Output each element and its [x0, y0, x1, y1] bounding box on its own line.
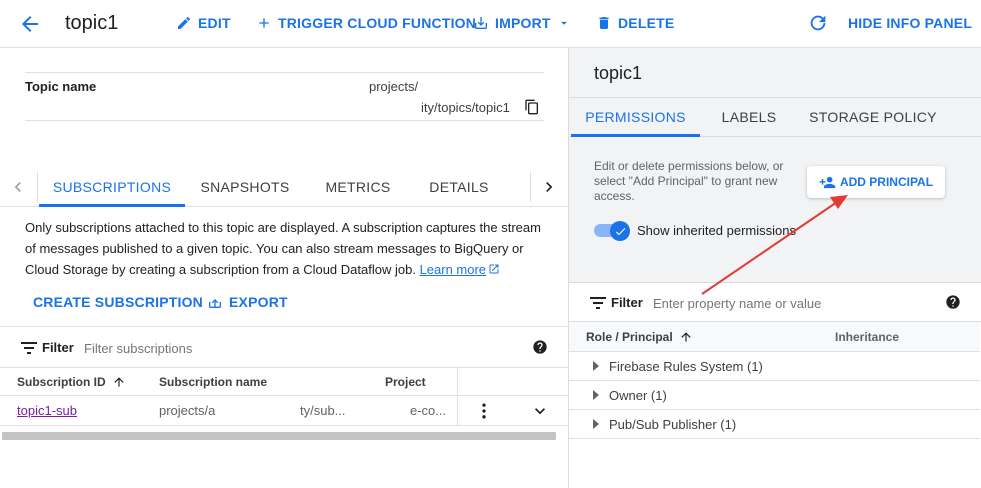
caret-down-icon — [560, 21, 567, 25]
roles-table-header: Role / Principal Inheritance — [569, 322, 980, 352]
tab-permissions[interactable]: PERMISSIONS — [571, 97, 700, 137]
info-panel: topic1 PERMISSIONS LABELS STORAGE POLICY… — [568, 48, 981, 488]
sort-up-icon — [681, 332, 691, 342]
add-principal-label: ADD PRINCIPAL — [839, 175, 934, 189]
delete-label: DELETE — [618, 15, 675, 31]
subscriptions-table-header: Subscription ID Subscription name Projec… — [0, 368, 568, 396]
create-subscription-button[interactable]: CREATE SUBSCRIPTION — [33, 294, 203, 310]
header-bar: topic1 EDIT TRIGGER CLOUD FUNCTION IMPOR… — [0, 0, 981, 48]
role-label: Pub/Sub Publisher (1) — [609, 416, 737, 432]
export-label: EXPORT — [229, 294, 288, 310]
topic-path-line1: projects/ — [369, 79, 419, 94]
filter-icon — [21, 341, 37, 355]
expand-row-icon[interactable] — [530, 401, 550, 421]
trigger-cloud-function-label: TRIGGER CLOUD FUNCTION — [278, 15, 477, 31]
external-link-icon — [489, 264, 499, 274]
tab-storage-policy[interactable]: STORAGE POLICY — [809, 97, 936, 137]
column-subscription-id[interactable]: Subscription ID — [17, 375, 126, 389]
subscriptions-description: Only subscriptions attached to this topi… — [25, 217, 545, 280]
column-subscription-name: Subscription name — [159, 375, 268, 389]
permissions-filter-bar: Filter — [569, 282, 981, 322]
role-label: Owner (1) — [609, 387, 667, 403]
topic-name-label: Topic name — [25, 79, 97, 94]
permissions-help-text: Edit or delete permissions below, or sel… — [594, 159, 784, 203]
import-button[interactable]: IMPORT — [473, 15, 571, 31]
filter-label: Filter — [42, 340, 74, 355]
horizontal-scrollbar[interactable] — [2, 432, 556, 440]
import-label: IMPORT — [495, 15, 551, 31]
export-button[interactable]: EXPORT — [207, 294, 288, 310]
role-row[interactable]: Pub/Sub Publisher (1) — [569, 410, 980, 439]
column-inheritance: Inheritance — [835, 330, 900, 344]
show-inherited-toggle[interactable] — [594, 221, 630, 241]
tab-details[interactable]: DETAILS — [421, 167, 497, 207]
plus-icon — [259, 18, 269, 28]
tab-snapshots[interactable]: SNAPSHOTS — [194, 167, 296, 207]
tabs-scroll-left-divider — [37, 172, 38, 202]
learn-more-label: Learn more — [419, 262, 487, 277]
show-inherited-label: Show inherited permissions — [637, 223, 796, 238]
subscriptions-tabs: SUBSCRIPTIONS SNAPSHOTS METRICS DETAILS — [0, 167, 568, 207]
pencil-icon — [178, 16, 191, 29]
filter-icon — [590, 296, 606, 310]
page-title: topic1 — [65, 12, 119, 34]
learn-more-link[interactable]: Learn more — [420, 262, 500, 277]
info-panel-title: topic1 — [594, 63, 643, 83]
more-vert-icon[interactable] — [474, 401, 494, 421]
hide-info-panel-button[interactable]: HIDE INFO PANEL — [848, 15, 972, 31]
subscriptions-filter-bar: Filter — [0, 326, 568, 368]
import-icon — [475, 17, 487, 29]
trigger-cloud-function-button[interactable]: TRIGGER CLOUD FUNCTION — [256, 15, 476, 31]
filter-label: Filter — [611, 295, 643, 310]
roles-table: Role / Principal Inheritance Firebase Ru… — [569, 322, 981, 488]
tab-subscriptions[interactable]: SUBSCRIPTIONS — [39, 167, 185, 207]
subscription-project: e-co... — [410, 403, 447, 418]
subscription-name-part1: projects/a — [159, 403, 216, 418]
expand-triangle-icon — [593, 419, 599, 429]
column-subscription-id-label: Subscription ID — [17, 375, 106, 389]
info-panel-tabs: PERMISSIONS LABELS STORAGE POLICY — [569, 97, 981, 137]
export-icon — [209, 299, 221, 308]
copy-icon[interactable] — [524, 99, 540, 115]
column-role-principal-label: Role / Principal — [586, 330, 673, 344]
add-principal-button[interactable]: ADD PRINCIPAL — [807, 166, 945, 198]
tab-labels[interactable]: LABELS — [715, 97, 783, 137]
role-row[interactable]: Owner (1) — [569, 381, 980, 410]
edit-button[interactable]: EDIT — [176, 15, 231, 31]
column-divider — [457, 368, 458, 396]
sort-up-icon — [114, 377, 124, 387]
person-add-icon — [819, 176, 836, 188]
role-label: Firebase Rules System (1) — [609, 358, 763, 374]
tabs-scroll-right-icon[interactable] — [539, 177, 559, 197]
role-row[interactable]: Firebase Rules System (1) — [569, 352, 980, 381]
tabs-scroll-left-icon[interactable] — [8, 177, 28, 197]
column-divider — [457, 396, 458, 426]
tabs-scroll-right-divider — [530, 172, 531, 202]
back-arrow-icon[interactable] — [18, 12, 42, 36]
subscription-name-part2: ty/sub... — [300, 403, 346, 418]
edit-label: EDIT — [198, 15, 231, 31]
table-row: topic1-sub projects/a ty/sub... e-co... — [0, 396, 568, 426]
column-project: Project — [385, 375, 426, 389]
column-role-principal[interactable]: Role / Principal — [586, 330, 693, 344]
refresh-icon[interactable] — [807, 12, 829, 34]
expand-triangle-icon — [593, 361, 599, 371]
topic-path-line2: ity/topics/topic1 — [421, 100, 510, 115]
topic-details-card: Topic name projects/ ity/topics/topic1 — [25, 72, 544, 121]
subscription-id-link[interactable]: topic1-sub — [17, 403, 77, 418]
expand-triangle-icon — [593, 390, 599, 400]
trash-icon — [599, 17, 609, 29]
help-icon[interactable] — [945, 294, 961, 310]
subscriptions-filter-input[interactable] — [84, 338, 484, 358]
tab-metrics[interactable]: METRICS — [318, 167, 398, 207]
checkmark-icon — [615, 227, 625, 235]
help-icon[interactable] — [532, 339, 548, 355]
permissions-filter-input[interactable] — [653, 293, 933, 313]
delete-button[interactable]: DELETE — [596, 15, 674, 31]
